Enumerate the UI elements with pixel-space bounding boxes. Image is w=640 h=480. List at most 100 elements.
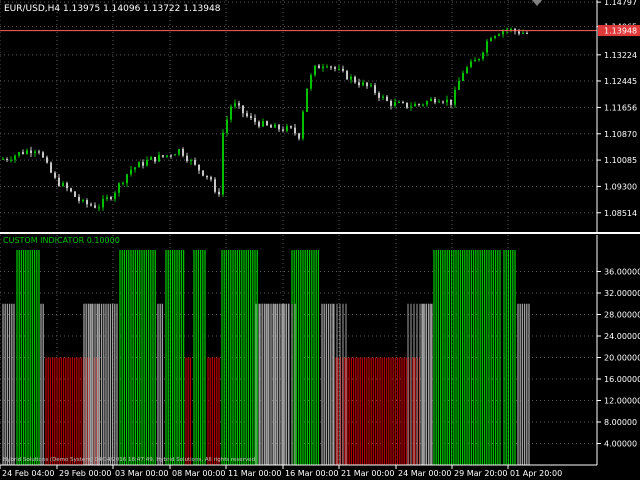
candle-body [206,175,208,178]
candle-body [6,159,8,161]
indicator-axis[interactable]: 36.00000 32.00000 28.00000 24.00000 20.00000… [596,235,640,465]
candle-body [222,132,224,195]
indicator-tick-label: 32.00000 [604,289,640,298]
candle-body [270,125,272,128]
candle-body [510,28,512,30]
price-axis[interactable]: 1.147971.140651.132241.124451.116561.108… [596,0,640,232]
indicator-pane[interactable]: CUSTOM INDICATOR 0.10000 Hybrid Solution… [0,235,597,465]
candle-body [154,156,156,162]
candle-body [362,82,364,86]
candle-body [370,85,372,87]
candle-body [130,169,132,175]
indicator-tick-label: 12.00000 [604,397,640,406]
candle-body [78,196,80,201]
candle-body [462,72,464,81]
price-tick-label: 1.09300 [604,182,637,191]
copyright-footer: Hybrid Solutions (Demo System) 04/04/201… [3,457,257,463]
candle-body [322,66,324,69]
candle-body [458,80,460,90]
indicator-tick-label: 8.00000 [604,418,637,427]
candle-body [338,68,340,70]
candle-body [434,98,436,103]
candle-body [214,179,216,192]
candle-body [250,116,252,118]
indicator-tick-label: 16.00000 [604,375,640,384]
candle-body [414,103,416,107]
candle-body [210,177,212,180]
candle-body [302,111,304,139]
candle-body [146,159,148,166]
candle-body [150,156,152,160]
candle-body [314,65,316,76]
candle-body [162,155,164,157]
candle-body [54,172,56,178]
candle-body [366,82,368,87]
candle-body [278,124,280,130]
candle-body [418,103,420,105]
price-tick-label: 1.14797 [604,0,637,7]
candle-body [42,152,44,158]
candle-body [450,99,452,105]
candle-body [290,126,292,128]
candle-body [490,38,492,42]
candle-body [38,151,40,153]
candle-body [470,61,472,68]
candle-body [330,66,332,68]
candle-body [166,155,168,157]
candle-body [74,191,76,197]
time-axis[interactable]: 24 Feb 04:00 29 Feb 00:00 03 Mar 00:00 08 M… [0,464,597,478]
candle-body [394,102,396,106]
candle-body [182,149,184,156]
candle-body [282,129,284,131]
candle-body [190,160,192,162]
candle-body [454,89,456,105]
indicator-tick-label: 20.00000 [604,354,640,363]
candle-body [26,150,28,154]
candle-body [30,150,32,154]
price-tick-label: 1.08514 [604,209,637,218]
candle-body [158,155,160,162]
candle-body [474,60,476,62]
candle-body [438,101,440,103]
candle-body [62,183,64,186]
candle-body [86,200,88,205]
time-tick-label: 16 Mar 00:00 [285,469,338,478]
candle-body [334,67,336,69]
candle-body [266,121,268,126]
candle-body [294,127,296,134]
candle-body [442,101,444,103]
indicator-title: CUSTOM INDICATOR 0.10000 [3,236,120,245]
candle-body [218,191,220,195]
trading-chart-window[interactable]: EUR/USD,H4 1.13975 1.14096 1.13722 1.139… [0,0,640,480]
candle-body [238,103,240,106]
time-tick-label: 24 Mar 00:00 [398,469,451,478]
candle-body [94,205,96,208]
candle-body [346,70,348,80]
candle-body [98,207,100,209]
candle-body [258,121,260,127]
candle-body [138,162,140,168]
candle-body [66,183,68,189]
time-tick-label: 03 Mar 00:00 [115,469,168,478]
price-tick-label: 1.12445 [604,77,637,86]
indicator-histogram [2,250,530,465]
candle-body [22,152,24,154]
candle-body [118,183,120,193]
time-tick-label: 08 Mar 00:00 [172,469,225,478]
time-tick-label: 29 Mar 20:00 [454,469,507,478]
time-tick-label: 21 Mar 00:00 [341,469,394,478]
candle-body [14,155,16,160]
candle-body [486,41,488,53]
candle-body [358,82,360,86]
candle-body [198,164,200,171]
candle-body [46,157,48,163]
candle-body [122,183,124,185]
candle-body [102,198,104,208]
price-pane[interactable]: EUR/USD,H4 1.13975 1.14096 1.13722 1.139… [0,0,597,232]
candle-body [202,170,204,176]
indicator-tick-label: 36.00000 [604,268,640,277]
time-tick-label: 01 Apr 20:00 [510,469,562,478]
price-tick-label: 1.10870 [604,130,637,139]
price-tick-label: 1.10085 [604,156,637,165]
candle-body [286,126,288,131]
